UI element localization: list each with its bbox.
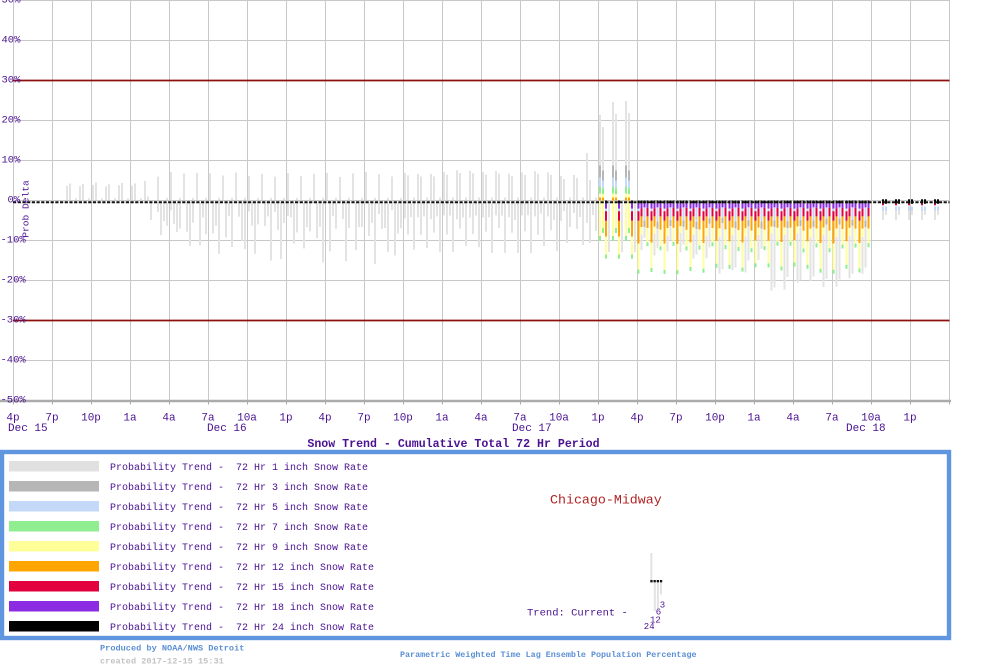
- svg-text:Dec 17: Dec 17: [512, 423, 552, 435]
- svg-text:4p: 4p: [630, 413, 643, 425]
- svg-text:-20%: -20%: [1, 275, 27, 287]
- svg-text:24: 24: [644, 622, 655, 632]
- svg-text:30%: 30%: [2, 75, 22, 87]
- svg-text:1p: 1p: [903, 413, 916, 425]
- svg-text:1a: 1a: [123, 413, 137, 425]
- svg-text:Dec 18: Dec 18: [846, 423, 886, 435]
- svg-text:1p: 1p: [591, 413, 604, 425]
- svg-text:-50%: -50%: [1, 395, 27, 407]
- svg-text:Produced by NOAA/NWS Detroit: Produced by NOAA/NWS Detroit: [100, 644, 244, 654]
- svg-text:10p: 10p: [393, 413, 413, 425]
- svg-text:1p: 1p: [279, 413, 292, 425]
- svg-text:40%: 40%: [2, 35, 22, 47]
- svg-text:20%: 20%: [2, 115, 22, 127]
- svg-text:1a: 1a: [747, 413, 761, 425]
- svg-text:7p: 7p: [669, 413, 682, 425]
- svg-text:1a: 1a: [435, 413, 449, 425]
- svg-text:Chicago-Midway: Chicago-Midway: [550, 493, 662, 508]
- svg-text:0%: 0%: [8, 195, 21, 207]
- svg-text:50%: 50%: [2, 0, 22, 7]
- svg-text:Probability Trend - 72 Hr 3 i: Probability Trend - 72 Hr 3 inch Snow Ra…: [110, 482, 368, 494]
- svg-text:Probability Trend - 72 Hr 7 i: Probability Trend - 72 Hr 7 inch Snow Ra…: [110, 522, 368, 534]
- svg-text:Trend: Current -: Trend: Current -: [527, 608, 628, 620]
- svg-text:-30%: -30%: [1, 315, 27, 327]
- svg-text:10a: 10a: [549, 413, 569, 425]
- svg-text:created 2017-12-15 15:31: created 2017-12-15 15:31: [100, 657, 224, 667]
- svg-text:10p: 10p: [81, 413, 101, 425]
- svg-text:Probability Trend - 72 Hr 12: Probability Trend - 72 Hr 12 inch Snow R…: [110, 562, 374, 574]
- svg-text:4p: 4p: [318, 413, 331, 425]
- svg-text:Probability Trend - 72 Hr 15: Probability Trend - 72 Hr 15 inch Snow R…: [110, 582, 374, 594]
- svg-text:4a: 4a: [474, 413, 488, 425]
- svg-text:Parametric Weighted Time Lag E: Parametric Weighted Time Lag Ensemble Po…: [400, 650, 697, 660]
- svg-text:Dec 15: Dec 15: [8, 423, 48, 435]
- svg-text:10p: 10p: [705, 413, 725, 425]
- svg-text:Probability Trend - 72 Hr 9 i: Probability Trend - 72 Hr 9 inch Snow Ra…: [110, 542, 368, 554]
- svg-text:Prob Delta: Prob Delta: [21, 180, 32, 238]
- svg-text:10%: 10%: [2, 155, 22, 167]
- svg-text:4a: 4a: [162, 413, 176, 425]
- svg-text:Dec 16: Dec 16: [207, 423, 247, 435]
- svg-text:Snow Trend - Cumulative Total: Snow Trend - Cumulative Total 72 Hr Peri…: [307, 438, 599, 451]
- svg-text:Probability Trend - 72 Hr 1 i: Probability Trend - 72 Hr 1 inch Snow Ra…: [110, 462, 368, 474]
- svg-text:Probability Trend - 72 Hr 5 i: Probability Trend - 72 Hr 5 inch Snow Ra…: [110, 502, 368, 514]
- svg-text:7a: 7a: [825, 413, 839, 425]
- svg-text:4a: 4a: [786, 413, 800, 425]
- svg-text:-40%: -40%: [1, 355, 27, 367]
- svg-text:Probability Trend - 72 Hr 18: Probability Trend - 72 Hr 18 inch Snow R…: [110, 602, 374, 614]
- svg-text:7p: 7p: [357, 413, 370, 425]
- svg-text:Probability Trend - 72 Hr 24: Probability Trend - 72 Hr 24 inch Snow R…: [110, 622, 374, 634]
